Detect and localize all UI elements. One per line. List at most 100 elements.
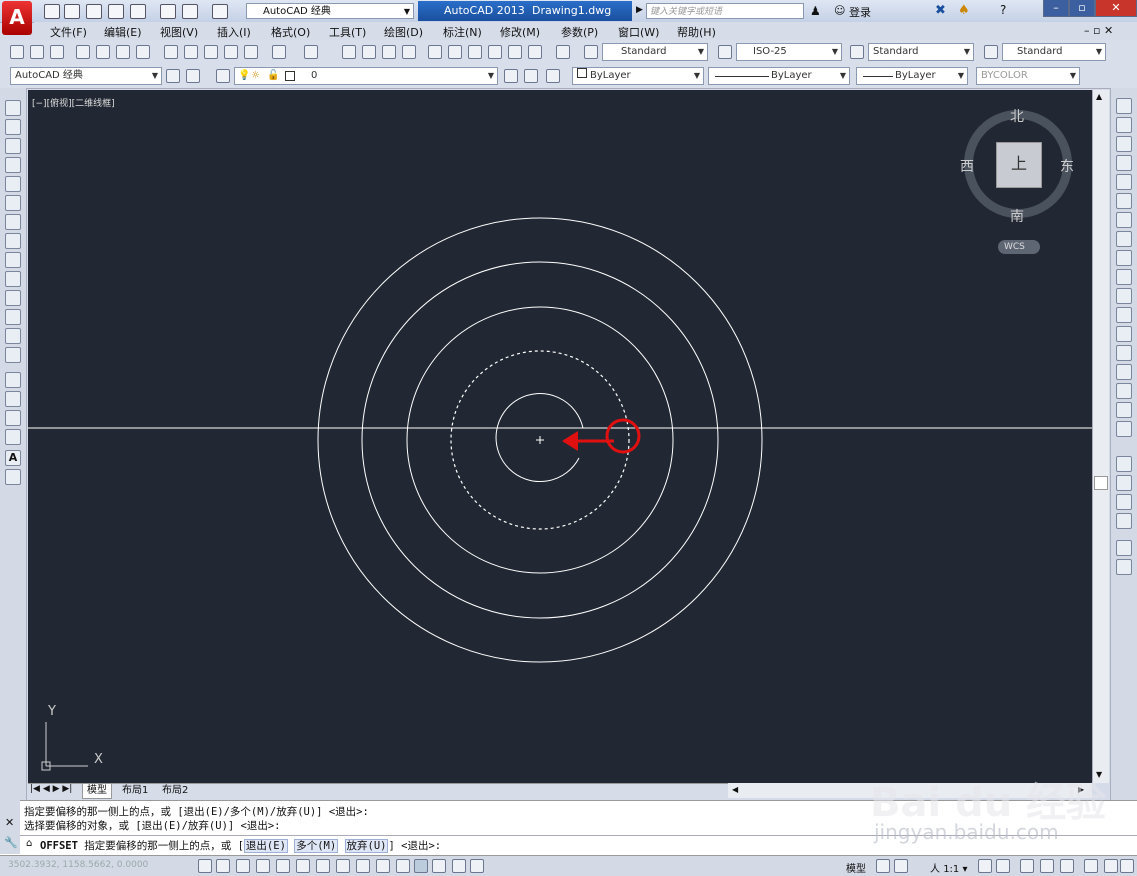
connect-icon[interactable]: ♠ bbox=[958, 3, 970, 18]
layer-combo[interactable]: 💡 ☼ 🔓 0 ▼ bbox=[234, 67, 498, 85]
array-icon[interactable] bbox=[1116, 174, 1132, 190]
exchange-icon[interactable]: ✖ bbox=[935, 3, 946, 18]
move-icon[interactable] bbox=[1116, 193, 1132, 209]
login-link[interactable]: 登录 bbox=[849, 4, 871, 20]
undo-tb-icon[interactable] bbox=[272, 45, 286, 59]
join-icon[interactable] bbox=[1116, 345, 1132, 361]
search-input[interactable]: 键入关键字或短语 bbox=[646, 3, 804, 19]
wrench-icon[interactable]: 🔧 bbox=[4, 836, 18, 849]
markup-icon[interactable] bbox=[508, 45, 522, 59]
help-tb-icon[interactable] bbox=[556, 45, 570, 59]
table-style-combo[interactable]: Standard ▼ bbox=[868, 43, 974, 61]
help-icon[interactable]: ? bbox=[1000, 3, 1006, 17]
viewcube-east[interactable]: 东 bbox=[1060, 156, 1074, 176]
menu-file[interactable]: 文件(F) bbox=[50, 24, 87, 40]
3d-dwf-icon[interactable] bbox=[136, 45, 150, 59]
print-icon[interactable] bbox=[76, 45, 90, 59]
extend-icon[interactable] bbox=[1116, 288, 1132, 304]
layer-previous-icon[interactable] bbox=[524, 69, 538, 83]
vertical-scrollbar[interactable]: ▲ ▼ bbox=[1092, 90, 1109, 783]
spline-icon[interactable] bbox=[5, 252, 21, 268]
am-icon[interactable] bbox=[470, 859, 484, 873]
layer-state-icon[interactable] bbox=[546, 69, 560, 83]
insert-block-icon[interactable] bbox=[5, 309, 21, 325]
scale-icon[interactable] bbox=[1116, 231, 1132, 247]
text-style-combo[interactable]: Standard ▼ bbox=[602, 43, 708, 61]
mleader-style-combo[interactable]: Standard ▼ bbox=[1002, 43, 1106, 61]
table-icon[interactable] bbox=[5, 429, 21, 445]
zoom-realtime-icon[interactable] bbox=[362, 45, 376, 59]
coordinates-readout[interactable]: 3502.3932, 1158.5662, 0.0000 bbox=[8, 860, 148, 870]
copy-object-icon[interactable] bbox=[1116, 117, 1132, 133]
draworder-front-icon[interactable] bbox=[1116, 456, 1132, 472]
tpy-icon[interactable] bbox=[414, 859, 428, 873]
customize-icon[interactable] bbox=[186, 69, 200, 83]
plotstyle-combo[interactable]: BYCOLOR ▼ bbox=[976, 67, 1080, 85]
status-menu-icon[interactable] bbox=[1104, 859, 1118, 873]
fillet-icon[interactable] bbox=[1116, 383, 1132, 399]
plot-icon[interactable] bbox=[160, 4, 176, 19]
doc-window-controls[interactable]: – ▫ ✕ bbox=[1084, 24, 1113, 37]
menu-edit[interactable]: 编辑(E) bbox=[104, 24, 142, 40]
redo-tb-icon[interactable] bbox=[304, 45, 318, 59]
point-icon[interactable] bbox=[5, 347, 21, 363]
quick-view-layouts-icon[interactable] bbox=[876, 859, 890, 873]
break-at-point-icon[interactable] bbox=[1116, 307, 1132, 323]
viewcube-top-face[interactable]: 上 bbox=[996, 142, 1042, 188]
tab-model[interactable]: 模型 bbox=[82, 784, 112, 799]
qp-icon[interactable] bbox=[432, 859, 446, 873]
arc-icon[interactable] bbox=[5, 195, 21, 211]
open-icon[interactable] bbox=[64, 4, 80, 19]
lwt-icon[interactable] bbox=[396, 859, 410, 873]
layer-properties-icon[interactable] bbox=[216, 69, 230, 83]
sc-icon[interactable] bbox=[452, 859, 466, 873]
properties-icon[interactable] bbox=[428, 45, 442, 59]
preview-icon[interactable] bbox=[96, 45, 110, 59]
minimize-button[interactable]: – bbox=[1043, 0, 1069, 17]
add-selected-icon[interactable] bbox=[5, 469, 21, 485]
revcloud-icon[interactable] bbox=[5, 233, 21, 249]
workspace-settings-icon[interactable] bbox=[166, 69, 180, 83]
zoom-previous-icon[interactable] bbox=[402, 45, 416, 59]
cut-icon[interactable] bbox=[164, 45, 178, 59]
menu-insert[interactable]: 插入(I) bbox=[217, 24, 251, 40]
tab-layout1[interactable]: 布局1 bbox=[118, 784, 152, 798]
draworder-back-icon[interactable] bbox=[1116, 475, 1132, 491]
copy-icon[interactable] bbox=[184, 45, 198, 59]
annotation-scale[interactable]: 人 1:1 ▾ bbox=[930, 860, 967, 875]
model-space-toggle[interactable]: 模型 bbox=[846, 860, 866, 875]
drawing-canvas[interactable]: [−][俯视][二维线框] Y X 上 北 南 东 西 WCS bbox=[28, 90, 1092, 783]
auto-scale-icon[interactable] bbox=[996, 859, 1010, 873]
menu-view[interactable]: 视图(V) bbox=[160, 24, 198, 40]
chamfer-icon[interactable] bbox=[1116, 364, 1132, 380]
ellipse-arc-icon[interactable] bbox=[5, 290, 21, 306]
new-icon[interactable] bbox=[44, 4, 60, 19]
isolate-objects-icon[interactable] bbox=[1084, 859, 1098, 873]
otrack-icon[interactable] bbox=[336, 859, 350, 873]
pan-icon[interactable] bbox=[342, 45, 356, 59]
dyn-icon[interactable] bbox=[376, 859, 390, 873]
line-icon[interactable] bbox=[5, 100, 21, 116]
viewcube-north[interactable]: 北 bbox=[1010, 106, 1024, 126]
rectangle-icon[interactable] bbox=[5, 176, 21, 192]
polygon-icon[interactable] bbox=[5, 157, 21, 173]
save-icon[interactable] bbox=[86, 4, 102, 19]
menu-modify[interactable]: 修改(M) bbox=[500, 24, 540, 40]
menu-draw[interactable]: 绘图(D) bbox=[384, 24, 423, 40]
menu-format[interactable]: 格式(O) bbox=[271, 24, 310, 40]
design-center-icon[interactable] bbox=[448, 45, 462, 59]
polyline-icon[interactable] bbox=[5, 138, 21, 154]
block-editor-icon[interactable] bbox=[244, 45, 258, 59]
make-block-icon[interactable] bbox=[5, 328, 21, 344]
hatch-to-back-icon[interactable] bbox=[1116, 559, 1132, 575]
maximize-button[interactable]: ▫ bbox=[1069, 0, 1095, 17]
ortho-icon[interactable] bbox=[256, 859, 270, 873]
viewcube-south[interactable]: 南 bbox=[1010, 206, 1024, 226]
workspaces-combo[interactable]: AutoCAD 经典 ▼ bbox=[10, 67, 162, 85]
menu-parametric[interactable]: 参数(P) bbox=[561, 24, 598, 40]
break-icon[interactable] bbox=[1116, 326, 1132, 342]
menu-dimension[interactable]: 标注(N) bbox=[443, 24, 482, 40]
publish-dwf-icon[interactable] bbox=[116, 45, 130, 59]
dim-style-combo[interactable]: ISO-25 ▼ bbox=[736, 43, 842, 61]
calculator-icon[interactable] bbox=[528, 45, 542, 59]
